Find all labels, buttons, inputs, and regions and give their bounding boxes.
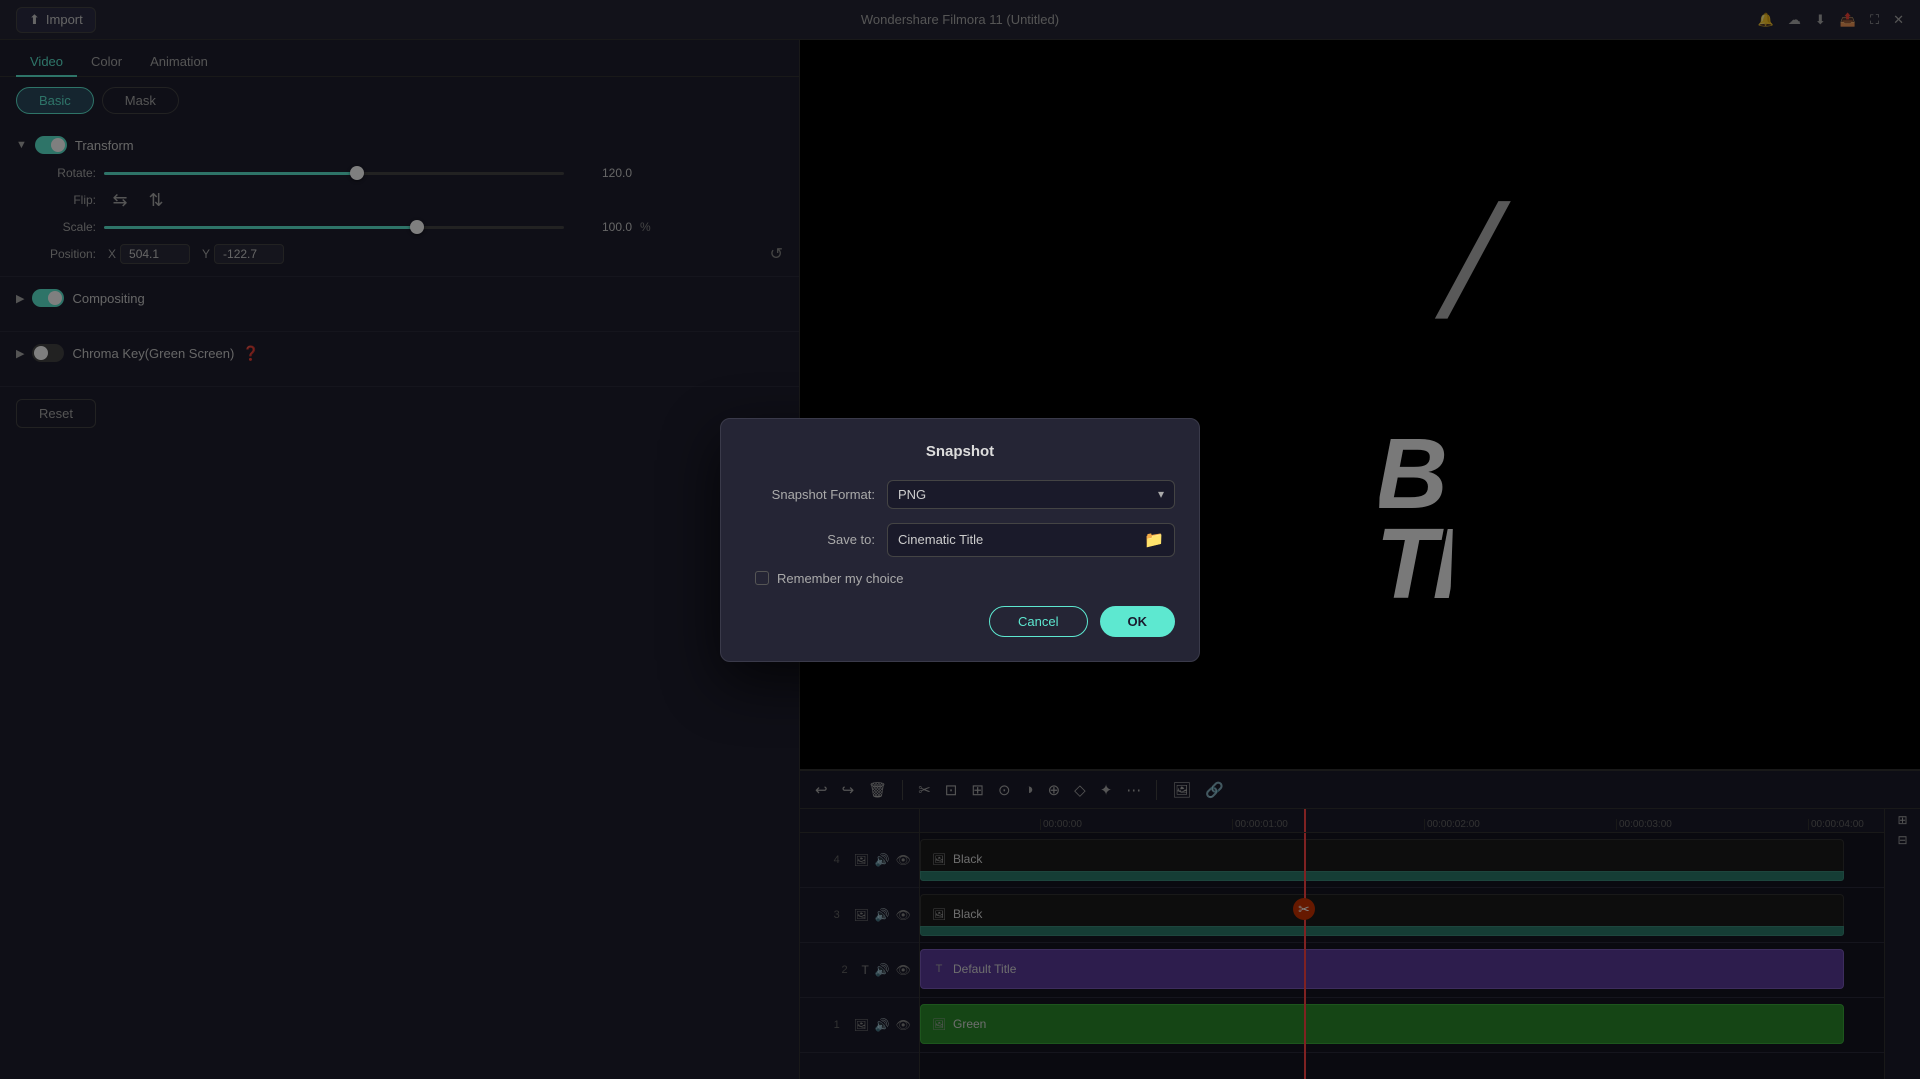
format-value: PNG bbox=[898, 487, 926, 502]
ok-button[interactable]: OK bbox=[1100, 606, 1176, 637]
modal-title: Snapshot bbox=[745, 443, 1175, 460]
saveto-label: Save to: bbox=[745, 532, 875, 547]
remember-checkbox[interactable] bbox=[755, 571, 769, 585]
remember-label: Remember my choice bbox=[777, 571, 903, 586]
format-row: Snapshot Format: PNG ▾ bbox=[745, 480, 1175, 509]
modal-buttons: Cancel OK bbox=[745, 606, 1175, 637]
snapshot-modal: Snapshot Snapshot Format: PNG ▾ Save to:… bbox=[720, 418, 1200, 662]
cancel-button[interactable]: Cancel bbox=[989, 606, 1087, 637]
saveto-value: Cinematic Title bbox=[898, 532, 983, 547]
folder-icon[interactable]: 📁 bbox=[1144, 530, 1164, 550]
format-arrow-icon: ▾ bbox=[1158, 487, 1164, 501]
remember-row: Remember my choice bbox=[745, 571, 1175, 586]
saveto-row: Save to: Cinematic Title 📁 bbox=[745, 523, 1175, 557]
modal-overlay: Snapshot Snapshot Format: PNG ▾ Save to:… bbox=[0, 0, 1920, 1079]
saveto-input-group[interactable]: Cinematic Title 📁 bbox=[887, 523, 1175, 557]
format-label: Snapshot Format: bbox=[745, 487, 875, 502]
format-select[interactable]: PNG ▾ bbox=[887, 480, 1175, 509]
